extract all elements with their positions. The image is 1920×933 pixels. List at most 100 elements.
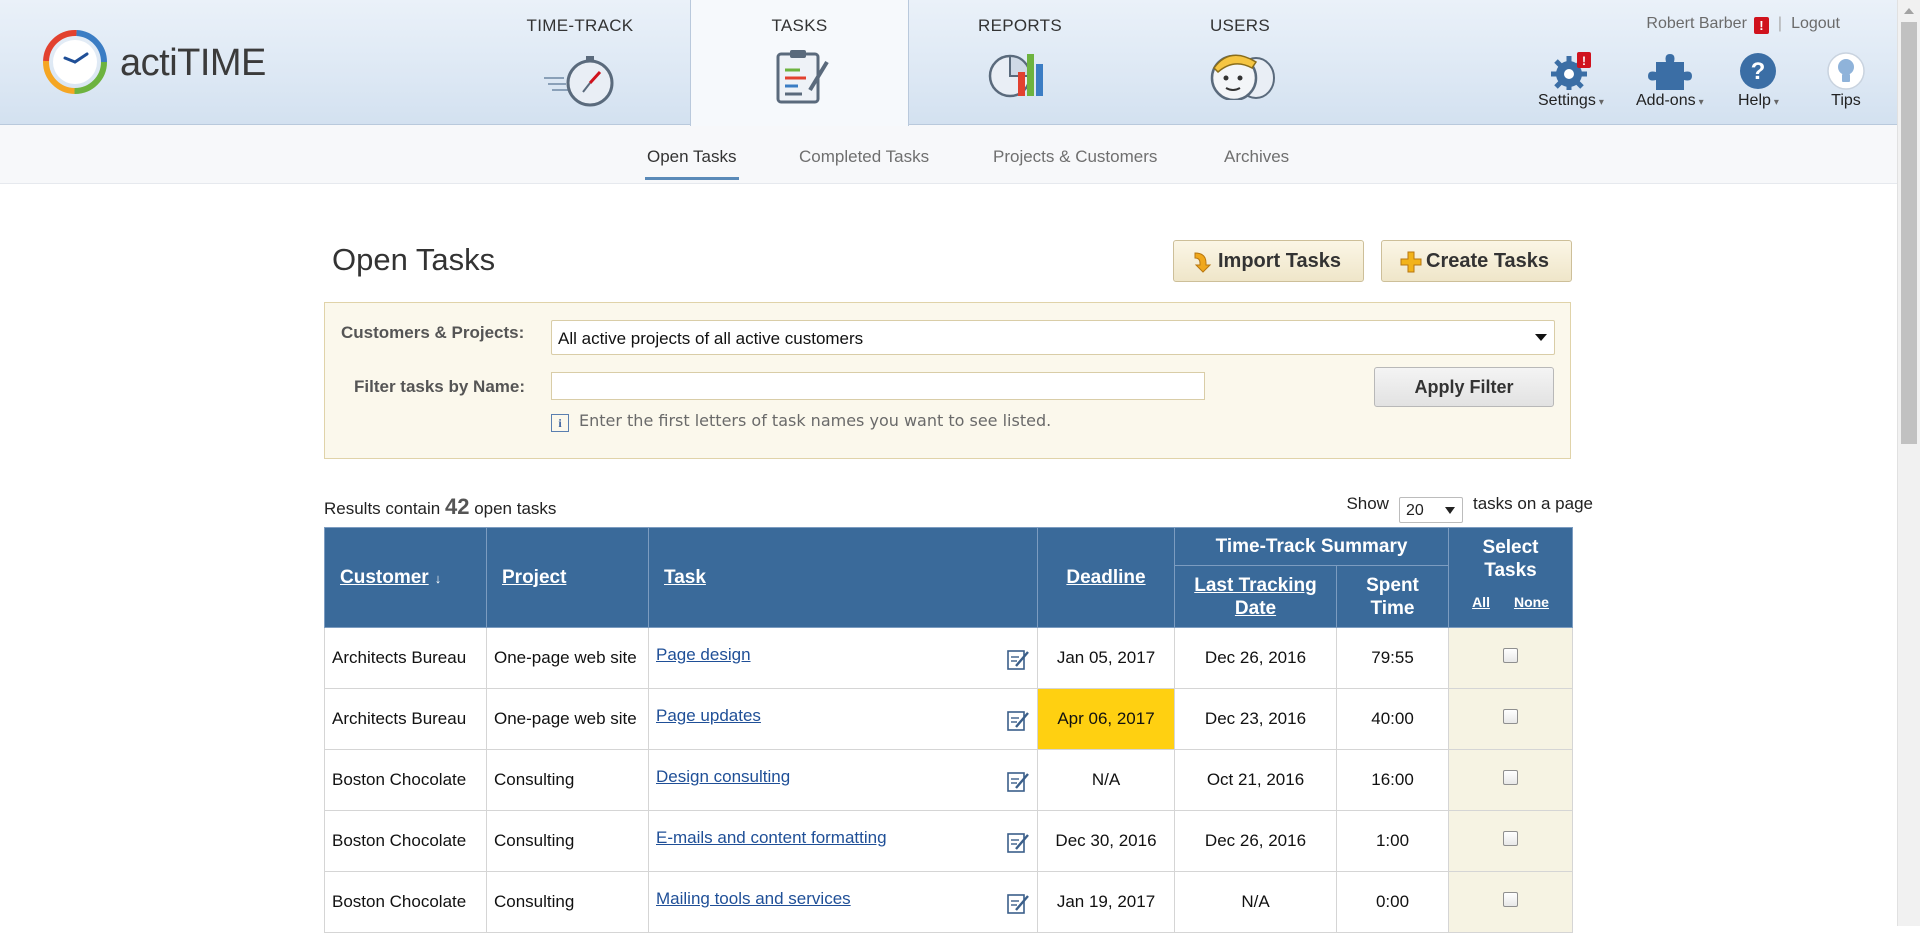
subtab-archives[interactable]: Archives (1224, 147, 1289, 167)
table-row: Architects Bureau One-page web site Page u… (324, 688, 1574, 750)
customer-cell: Boston Chocolate (324, 749, 487, 811)
users-icon (1210, 54, 1275, 100)
results-count: 42 (444, 494, 470, 519)
customer-cell: Boston Chocolate (324, 810, 487, 872)
tab-reports[interactable]: REPORTS (940, 0, 1100, 124)
import-tasks-button[interactable]: Import Tasks (1173, 240, 1364, 282)
task-cell: Page design (648, 627, 1038, 689)
tab-time-track[interactable]: TIME-TRACK (500, 0, 660, 124)
task-column-header[interactable]: Task (648, 527, 1038, 628)
project-column-header[interactable]: Project (486, 527, 649, 628)
filter-name-input[interactable] (551, 372, 1205, 400)
select-tasks-label: Select Tasks (1482, 537, 1539, 581)
tab-users[interactable]: USERS (1160, 0, 1320, 124)
top-navigation-bar: actiTIME TIME-TRACK TASKS REPORTS USERS … (0, 0, 1898, 126)
vertical-scrollbar[interactable] (1897, 0, 1920, 926)
tab-reports-label: REPORTS (978, 16, 1062, 35)
help-menu[interactable]: ? Help ▾ (1738, 52, 1779, 110)
project-header-label: Project (502, 566, 567, 588)
settings-label: Settings (1538, 92, 1596, 109)
create-tasks-button[interactable]: Create Tasks (1381, 240, 1572, 282)
time-track-summary-header: Time-Track Summary (1173, 527, 1450, 566)
deadline-cell: N/A (1037, 749, 1175, 811)
edit-task-icon[interactable] (1006, 647, 1030, 671)
spent-time-cell: 0:00 (1335, 871, 1450, 933)
spent-time-cell: 1:00 (1335, 810, 1450, 872)
tab-time-track-label: TIME-TRACK (526, 16, 634, 35)
select-none-link[interactable]: None (1514, 594, 1549, 610)
deadline-header-label: Deadline (1066, 566, 1146, 588)
filter-panel: Customers & Projects: All active project… (324, 302, 1571, 459)
sub-navigation: Open Tasks Completed Tasks Projects & Cu… (0, 125, 1898, 184)
edit-task-icon[interactable] (1006, 708, 1030, 732)
customer-cell: Boston Chocolate (324, 871, 487, 933)
task-cell: Mailing tools and services (648, 871, 1038, 933)
show-label: Show (1346, 494, 1389, 513)
import-tasks-label: Import Tasks (1218, 249, 1341, 272)
logout-link[interactable]: Logout (1791, 15, 1840, 32)
select-cell (1448, 688, 1574, 750)
select-all-link[interactable]: All (1472, 594, 1490, 610)
spent-time-cell: 16:00 (1335, 749, 1450, 811)
addons-menu[interactable]: Add-ons ▾ (1636, 52, 1704, 110)
tab-users-label: USERS (1209, 16, 1271, 35)
apply-filter-button[interactable]: Apply Filter (1374, 367, 1554, 407)
subtab-open-tasks[interactable]: Open Tasks (644, 147, 740, 180)
customers-projects-select[interactable]: All active projects of all active custom… (551, 320, 1555, 355)
edit-task-icon[interactable] (1006, 891, 1030, 915)
customer-column-header[interactable]: Customer ↓ (324, 527, 487, 628)
deadline-column-header[interactable]: Deadline (1037, 527, 1175, 628)
filter-hint: i Enter the first letters of task names y… (551, 411, 1051, 432)
scrollbar-thumb[interactable] (1901, 22, 1917, 444)
project-cell: One-page web site (486, 627, 649, 689)
tasks-table: Customer ↓ Project Task Deadline Time-Tra… (324, 527, 1574, 933)
project-cell: Consulting (486, 810, 649, 872)
last-tracking-cell: N/A (1174, 871, 1337, 933)
last-tracking-date-header[interactable]: Last Tracking Date (1174, 565, 1337, 628)
user-warning-icon[interactable]: ! (1753, 17, 1769, 34)
select-task-checkbox[interactable] (1503, 892, 1519, 907)
select-task-checkbox[interactable] (1503, 709, 1519, 724)
edit-task-icon[interactable] (1006, 830, 1030, 854)
tips-button[interactable]: Tips (1826, 52, 1866, 110)
edit-task-icon[interactable] (1006, 769, 1030, 793)
task-link[interactable]: Mailing tools and services (656, 889, 851, 908)
tips-label: Tips (1831, 92, 1861, 109)
task-link[interactable]: Design consulting (656, 767, 790, 786)
last-tracking-date-label: Last Tracking Date (1194, 574, 1317, 619)
select-tasks-header: Select Tasks All None (1448, 527, 1574, 628)
help-icon: ? (1740, 53, 1777, 89)
settings-menu[interactable]: ! Settings ▾ (1538, 52, 1604, 110)
import-arrow-icon (1194, 252, 1212, 273)
user-name[interactable]: Robert Barber (1646, 15, 1747, 32)
select-cell (1448, 749, 1574, 811)
info-icon: i (551, 414, 569, 432)
stopwatch-icon (544, 56, 614, 107)
scroll-up-arrow-icon[interactable] (1898, 0, 1920, 20)
subtab-completed-tasks[interactable]: Completed Tasks (799, 147, 929, 167)
help-label: Help (1738, 92, 1771, 109)
customer-cell: Architects Bureau (324, 627, 487, 689)
puzzle-icon (1647, 54, 1692, 90)
page-size-value: 20 (1405, 502, 1424, 519)
subtab-projects-customers[interactable]: Projects & Customers (993, 147, 1157, 167)
page-size-select[interactable]: 20 (1398, 497, 1463, 523)
select-cell (1448, 810, 1574, 872)
task-header-label: Task (664, 566, 706, 588)
task-link[interactable]: Page design (656, 645, 751, 664)
select-task-checkbox[interactable] (1503, 770, 1519, 785)
table-row: Boston Chocolate Consulting Mailing tools … (324, 871, 1574, 933)
project-cell: Consulting (486, 871, 649, 933)
select-task-checkbox[interactable] (1503, 831, 1519, 846)
spent-time-label: Spent Time (1366, 574, 1419, 619)
results-summary: Results contain 42 open tasks (324, 494, 556, 520)
select-cell (1448, 871, 1574, 933)
tab-tasks[interactable]: TASKS (690, 0, 909, 126)
spent-time-header: Spent Time (1335, 565, 1450, 628)
task-link[interactable]: E-mails and content formatting (656, 828, 887, 847)
actitime-logo-icon[interactable] (43, 30, 107, 94)
svg-text:?: ? (1751, 58, 1766, 85)
task-link[interactable]: Page updates (656, 706, 761, 725)
tab-tasks-label: TASKS (771, 16, 828, 35)
select-task-checkbox[interactable] (1503, 648, 1519, 663)
